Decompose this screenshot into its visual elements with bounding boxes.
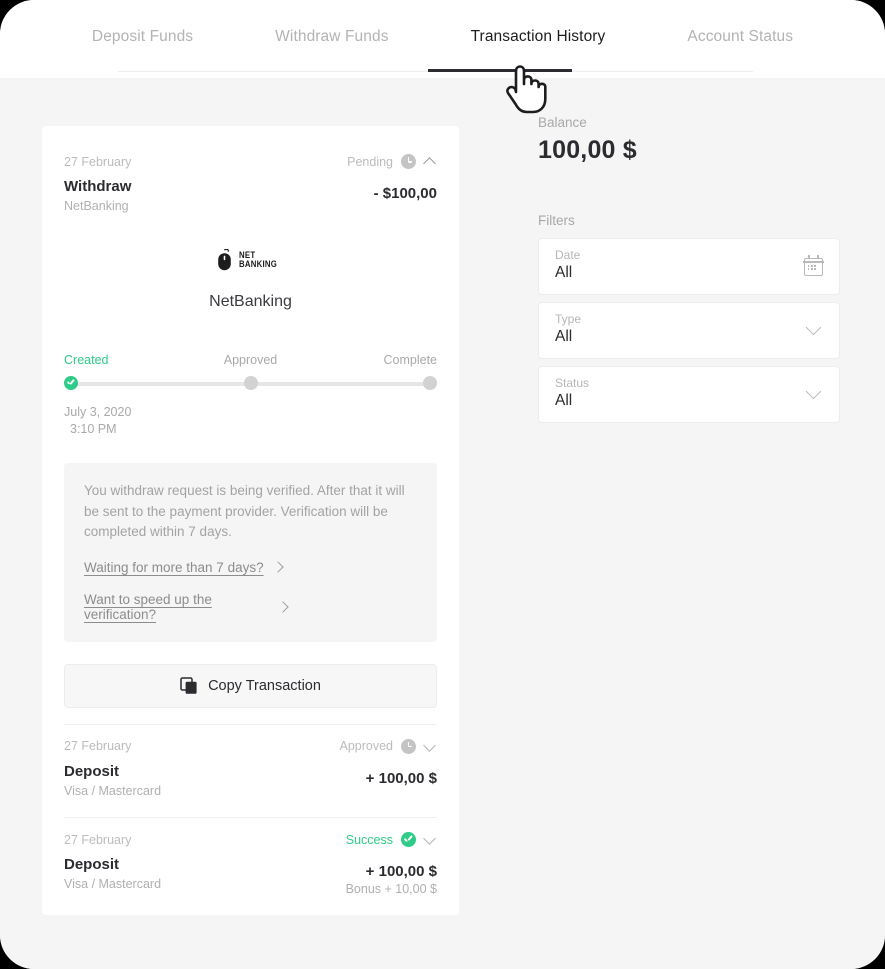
- transaction-date: 27 February: [64, 739, 132, 754]
- transaction-amount: + 100,00 $: [365, 863, 437, 881]
- transaction-bonus: Bonus + 10,00 $: [345, 882, 437, 897]
- transaction-list-card: 27 February Pending Withdraw NetBanking: [42, 126, 459, 916]
- filter-type-label: Type: [555, 312, 582, 326]
- tab-account-status[interactable]: Account Status: [646, 28, 834, 46]
- transaction-status-group: Pending: [347, 154, 437, 169]
- step-dot-complete: [423, 376, 437, 391]
- copy-transaction-button[interactable]: Copy Transaction: [64, 663, 437, 708]
- transaction-expanded: 27 February Pending Withdraw NetBanking: [42, 140, 459, 724]
- chevron-up-icon[interactable]: [424, 155, 437, 168]
- transaction-status-group: Success: [345, 832, 437, 848]
- step-timestamp: July 3, 2020 3:10 PM: [64, 404, 437, 437]
- notice-link-speedup[interactable]: Want to speed up the verification?: [84, 592, 417, 622]
- filter-date[interactable]: Date All: [538, 238, 840, 295]
- filters-label: Filters: [538, 213, 575, 228]
- provider-brand: NET BANKING NetBanking: [64, 217, 437, 311]
- clock-icon: [401, 154, 416, 169]
- netbanking-wordmark: NET BANKING: [238, 250, 285, 271]
- transaction-status-label: Pending: [347, 154, 393, 169]
- pointing-hand-cursor: [506, 65, 547, 114]
- chevron-right-icon: [278, 602, 288, 612]
- balance-value: 100,00 $: [538, 136, 637, 164]
- logo-text-banking: BANKING: [238, 259, 277, 271]
- notice-link-waiting-label: Waiting for more than 7 days?: [84, 559, 264, 575]
- filter-type-value: All: [555, 328, 573, 345]
- app-window: Deposit Funds Withdraw Funds Transaction…: [0, 0, 885, 969]
- stepper-labels: Created Approved Complete: [64, 353, 437, 367]
- chevron-right-icon: [273, 562, 283, 572]
- notice-link-speedup-label: Want to speed up the verification?: [84, 591, 212, 622]
- transaction-main: Withdraw NetBanking - $100,00: [64, 169, 437, 217]
- transaction-amount-group: + 100,00 $: [366, 762, 437, 787]
- transaction-amount: - $100,00: [373, 185, 437, 202]
- transactions-column: 27 February Pending Withdraw NetBanking: [0, 78, 500, 969]
- netbanking-logo: NET BANKING: [64, 249, 437, 271]
- transaction-title: Deposit: [64, 762, 120, 780]
- transaction-amount-group: + 100,00 $ Bonus + 10,00 $: [346, 855, 437, 896]
- step-dot-created: [64, 376, 78, 391]
- transaction-header-top: 27 February Pending: [64, 140, 437, 169]
- step-dot-approved: [243, 376, 258, 391]
- copy-icon: [180, 677, 197, 694]
- chevron-down-icon[interactable]: [805, 322, 823, 334]
- tab-deposit-funds[interactable]: Deposit Funds: [51, 28, 234, 46]
- transaction-amount: + 100,00 $: [365, 769, 437, 787]
- sidebar: Balance 100,00 $ Filters Date All Type A…: [500, 78, 885, 969]
- transaction-progress-stepper: Created Approved Complete July 3, 2020 3…: [64, 353, 437, 437]
- balance-label: Balance: [538, 115, 587, 130]
- transaction-info: Withdraw NetBanking: [64, 177, 131, 213]
- stepper-track: [64, 376, 437, 391]
- transaction-row-top: 27 February Approved: [64, 725, 437, 754]
- chevron-down-icon[interactable]: [805, 386, 823, 398]
- check-circle-icon: [401, 832, 416, 848]
- chevron-down-icon[interactable]: [424, 740, 437, 753]
- transaction-info: Deposit Visa / Mastercard: [64, 762, 161, 798]
- provider-name: NetBanking: [209, 293, 292, 311]
- transaction-header[interactable]: 27 February Pending Withdraw NetBanking: [42, 140, 459, 217]
- copy-transaction-label: Copy Transaction: [208, 677, 321, 694]
- transaction-title: Withdraw: [64, 178, 132, 195]
- filter-date-label: Date: [555, 248, 581, 262]
- filter-status[interactable]: Status All: [538, 366, 840, 423]
- page-body: 27 February Pending Withdraw NetBanking: [0, 78, 885, 969]
- calendar-icon[interactable]: [803, 255, 824, 276]
- step-label-created: Created: [64, 353, 109, 368]
- transaction-title: Deposit: [64, 856, 120, 874]
- transaction-method: Visa / Mastercard: [64, 877, 162, 892]
- transaction-main: Deposit Visa / Mastercard + 100,00 $ Bon…: [64, 847, 437, 900]
- notice-link-waiting[interactable]: Waiting for more than 7 days?: [84, 560, 417, 575]
- tab-bar: Deposit Funds Withdraw Funds Transaction…: [0, 0, 885, 78]
- transaction-method: Visa / Mastercard: [64, 784, 162, 799]
- transaction-status-label: Approved: [339, 739, 393, 754]
- transaction-row[interactable]: 27 February Success Deposit Visa / Maste…: [42, 818, 459, 915]
- tab-withdraw-funds[interactable]: Withdraw Funds: [234, 28, 429, 46]
- mouse-icon: [217, 249, 231, 271]
- step-label-approved: Approved: [223, 353, 278, 368]
- step-date: July 3, 2020: [64, 405, 132, 420]
- transaction-detail: NET BANKING NetBanking Created Approved …: [42, 217, 459, 724]
- tab-transaction-history[interactable]: Transaction History: [430, 28, 647, 46]
- transaction-date: 27 February: [64, 832, 132, 847]
- transaction-row-top: 27 February Success: [64, 818, 437, 848]
- filter-date-value: All: [555, 264, 573, 281]
- verification-notice: You withdraw request is being verified. …: [64, 463, 437, 642]
- transaction-status-group: Approved: [339, 738, 437, 754]
- scrolled-row-remnant: [42, 126, 459, 140]
- transaction-info: Deposit Visa / Mastercard: [64, 855, 161, 891]
- tab-list: Deposit Funds Withdraw Funds Transaction…: [51, 0, 834, 46]
- transaction-status-label: Success: [345, 832, 393, 847]
- notice-text: You withdraw request is being verified. …: [84, 483, 405, 540]
- transaction-method: NetBanking: [64, 199, 129, 214]
- tab-active-indicator: [428, 69, 572, 72]
- transaction-main: Deposit Visa / Mastercard + 100,00 $: [64, 754, 437, 802]
- step-time-value: 3:10 PM: [70, 421, 117, 436]
- chevron-down-icon[interactable]: [424, 833, 437, 846]
- transaction-date: 27 February: [64, 154, 132, 169]
- filter-status-label: Status: [555, 376, 590, 390]
- clock-icon: [401, 738, 416, 754]
- filter-type[interactable]: Type All: [538, 302, 840, 359]
- step-label-complete: Complete: [383, 353, 438, 368]
- filter-status-value: All: [555, 392, 573, 409]
- transaction-row[interactable]: 27 February Approved Deposit Visa / Mast…: [42, 725, 459, 817]
